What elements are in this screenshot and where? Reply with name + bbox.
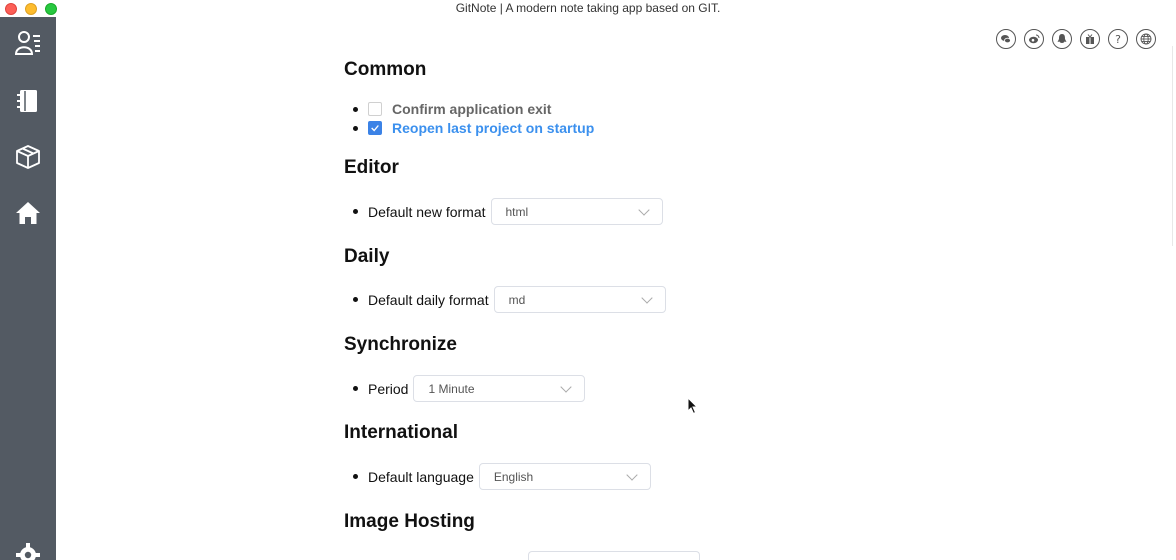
qq-icon[interactable] (1052, 29, 1072, 49)
mouse-cursor-icon (687, 397, 699, 415)
sync-period-select[interactable]: 1 Minute (413, 375, 586, 402)
globe-icon[interactable] (1136, 29, 1156, 49)
confirm-exit-label: Confirm application exit (392, 101, 552, 117)
default-daily-format-select[interactable]: md (493, 286, 666, 313)
default-daily-format-label: Default daily format (368, 291, 489, 308)
option-confirm-exit[interactable]: Confirm application exit (353, 101, 552, 117)
user-list-icon[interactable] (14, 29, 42, 57)
section-title-daily: Daily (344, 246, 390, 267)
wechat-icon[interactable] (996, 29, 1016, 49)
default-daily-format-value: md (508, 292, 526, 307)
chevron-down-icon (626, 468, 638, 481)
gift-icon[interactable] (1080, 29, 1100, 49)
default-language-value: English (493, 469, 534, 484)
window-title: GitNote | A modern note taking app based… (455, 1, 721, 15)
default-language-label: Default language (368, 468, 474, 485)
reopen-last-label: Reopen last project on startup (392, 120, 595, 136)
image-hosting-select[interactable] (528, 551, 700, 560)
option-default-new-format: Default new format html (353, 198, 663, 225)
weibo-icon[interactable] (1024, 29, 1044, 49)
share-bar: ? (996, 29, 1156, 49)
section-title-international: International (344, 422, 459, 443)
bullet (353, 106, 358, 112)
default-new-format-label: Default new format (368, 203, 486, 220)
section-title-image-hosting: Image Hosting (344, 511, 475, 532)
default-new-format-value: html (505, 204, 529, 219)
home-icon[interactable] (14, 199, 42, 227)
default-new-format-select[interactable]: html (490, 198, 663, 225)
bullet (353, 209, 358, 214)
option-default-daily-format: Default daily format md (353, 286, 666, 313)
check-icon (371, 125, 379, 132)
help-icon[interactable]: ? (1108, 29, 1128, 49)
section-title-editor: Editor (344, 157, 399, 178)
section-title-common: Common (344, 59, 427, 80)
box-icon[interactable] (14, 143, 42, 171)
sync-period-value: 1 Minute (428, 381, 475, 396)
default-language-select[interactable]: English (478, 463, 651, 490)
section-title-synchronize: Synchronize (344, 334, 457, 355)
option-default-language: Default language English (353, 463, 651, 490)
chevron-down-icon (640, 291, 653, 304)
confirm-exit-checkbox[interactable] (368, 102, 382, 116)
bullet (353, 386, 358, 391)
option-sync-period: Period 1 Minute (353, 375, 586, 402)
bullet (353, 474, 358, 479)
scrollbar-edge (1172, 46, 1176, 246)
notebook-icon[interactable] (14, 87, 42, 115)
sync-period-label: Period (368, 380, 409, 397)
reopen-last-checkbox[interactable] (368, 121, 382, 135)
gear-icon[interactable] (14, 541, 42, 560)
bullet (353, 297, 358, 302)
chevron-down-icon (560, 380, 573, 393)
sidebar (0, 17, 56, 560)
chevron-down-icon (637, 203, 650, 216)
option-reopen-last[interactable]: Reopen last project on startup (353, 120, 595, 136)
title-bar: GitNote | A modern note taking app based… (0, 0, 1176, 17)
bullet (353, 125, 358, 131)
